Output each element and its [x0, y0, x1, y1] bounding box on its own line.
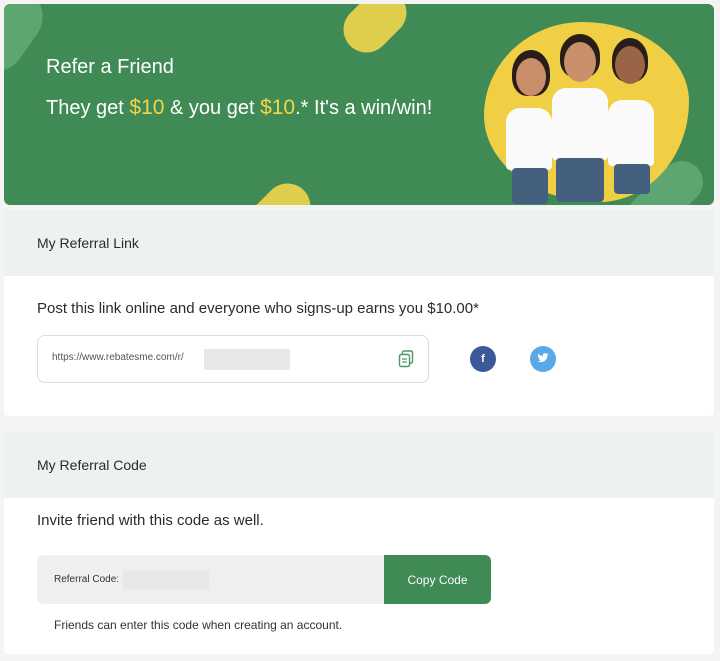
redacted-referral-code [123, 571, 209, 589]
referral-link-description: Post this link online and everyone who s… [37, 300, 479, 317]
banner-tagline: They get $10 & you get $10.* It's a win/… [46, 96, 432, 120]
referral-code-heading: My Referral Code [4, 432, 714, 498]
facebook-icon: f [481, 353, 485, 365]
referral-code-field[interactable]: Referral Code: [37, 555, 385, 604]
twitter-share-button[interactable] [530, 346, 556, 372]
twitter-icon [537, 352, 549, 366]
your-reward-amount: $10 [260, 96, 296, 119]
decorative-shape [333, 4, 417, 63]
referral-link-url: https://www.rebatesme.com/r/ [52, 352, 184, 363]
tagline-text: They get [46, 97, 130, 119]
referral-code-hint: Friends can enter this code when creatin… [54, 618, 343, 632]
referral-link-heading: My Referral Link [4, 210, 714, 276]
tagline-text: & you get [164, 97, 261, 119]
referral-code-label: Referral Code: [54, 574, 120, 585]
referral-code-row: Referral Code: Copy Code [37, 555, 491, 604]
friend-reward-amount: $10 [129, 96, 165, 119]
referral-link-field[interactable]: https://www.rebatesme.com/r/ [37, 335, 429, 383]
referral-link-card: My Referral Link Post this link online a… [4, 210, 714, 416]
tagline-text: .* It's a win/win! [295, 97, 433, 119]
referral-code-description: Invite friend with this code as well. [37, 512, 264, 529]
redacted-link-id [204, 349, 290, 370]
referral-code-card: My Referral Code Invite friend with this… [4, 432, 714, 654]
copy-icon[interactable] [398, 350, 414, 368]
facebook-share-button[interactable]: f [470, 346, 496, 372]
friends-photo [484, 22, 689, 204]
copy-code-button[interactable]: Copy Code [384, 555, 491, 604]
banner-title: Refer a Friend [46, 56, 174, 78]
referral-banner: Refer a Friend They get $10 & you get $1… [4, 4, 714, 205]
decorative-shape [237, 173, 321, 205]
